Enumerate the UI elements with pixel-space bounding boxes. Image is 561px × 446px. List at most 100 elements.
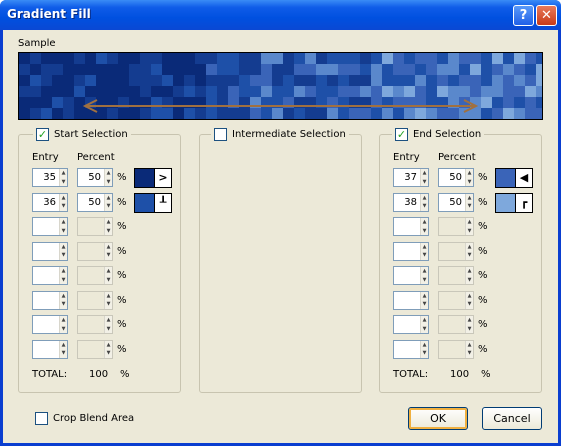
spin-arrows[interactable]: ▲ ▼ bbox=[420, 242, 428, 260]
end-selection-header[interactable]: ✓ End Selection bbox=[392, 128, 485, 141]
spin-down-icon[interactable]: ▼ bbox=[466, 177, 473, 186]
entry-spinner[interactable]: 38 ▲ ▼ bbox=[393, 192, 429, 212]
spin-down-icon[interactable]: ▼ bbox=[105, 177, 112, 186]
percent-value[interactable] bbox=[78, 218, 104, 235]
spin-down-icon[interactable]: ▼ bbox=[466, 349, 473, 358]
percent-spinner[interactable]: 50 ▲ ▼ bbox=[438, 192, 474, 212]
spin-up-icon[interactable]: ▲ bbox=[60, 291, 67, 300]
entry-value[interactable] bbox=[394, 218, 420, 235]
crop-blend-checkbox[interactable] bbox=[35, 412, 48, 425]
spin-down-icon[interactable]: ▼ bbox=[421, 275, 428, 284]
percent-value[interactable]: 50 bbox=[439, 194, 465, 211]
entry-spinner[interactable]: ▲ ▼ bbox=[32, 217, 68, 236]
spin-down-icon[interactable]: ▼ bbox=[421, 177, 428, 186]
entry-spinner[interactable]: ▲ ▼ bbox=[393, 290, 429, 310]
entry-value[interactable] bbox=[394, 243, 420, 260]
spin-arrows[interactable]: ▲ ▼ bbox=[59, 218, 67, 235]
percent-spinner[interactable]: ▲ ▼ bbox=[438, 241, 474, 261]
entry-spinner[interactable]: ▲ ▼ bbox=[32, 241, 68, 261]
entry-value[interactable] bbox=[33, 292, 59, 309]
spin-arrows[interactable]: ▲ ▼ bbox=[104, 316, 112, 333]
entry-value[interactable] bbox=[394, 341, 420, 358]
entry-value[interactable] bbox=[394, 267, 420, 284]
percent-value[interactable] bbox=[78, 341, 104, 358]
spin-down-icon[interactable]: ▼ bbox=[105, 251, 112, 260]
entry-value[interactable]: 35 bbox=[33, 169, 59, 186]
spin-down-icon[interactable]: ▼ bbox=[421, 349, 428, 358]
spin-arrows[interactable]: ▲ ▼ bbox=[104, 218, 112, 235]
spin-arrows[interactable]: ▲ ▼ bbox=[59, 169, 67, 186]
spin-up-icon[interactable]: ▲ bbox=[421, 340, 428, 349]
percent-value[interactable]: 50 bbox=[78, 194, 104, 211]
spin-up-icon[interactable]: ▲ bbox=[421, 218, 428, 227]
percent-spinner[interactable]: ▲ ▼ bbox=[438, 266, 474, 285]
spin-up-icon[interactable]: ▲ bbox=[466, 242, 473, 251]
spin-down-icon[interactable]: ▼ bbox=[466, 251, 473, 260]
entry-value[interactable] bbox=[33, 267, 59, 284]
spin-arrows[interactable]: ▲ ▼ bbox=[59, 267, 67, 284]
crop-blend-option[interactable]: Crop Blend Area bbox=[35, 412, 134, 425]
start-selection-header[interactable]: ✓ Start Selection bbox=[33, 128, 131, 141]
entry-spinner[interactable]: ▲ ▼ bbox=[393, 217, 429, 236]
entry-value[interactable] bbox=[394, 316, 420, 333]
spin-up-icon[interactable]: ▲ bbox=[105, 242, 112, 251]
spin-up-icon[interactable]: ▲ bbox=[466, 193, 473, 202]
percent-value[interactable] bbox=[439, 218, 465, 235]
spin-arrows[interactable]: ▲ ▼ bbox=[420, 267, 428, 284]
spin-down-icon[interactable]: ▼ bbox=[421, 251, 428, 260]
spin-down-icon[interactable]: ▼ bbox=[60, 226, 67, 235]
intermediate-selection-checkbox[interactable] bbox=[214, 128, 227, 141]
percent-spinner[interactable]: ▲ ▼ bbox=[438, 290, 474, 310]
spin-arrows[interactable]: ▲ ▼ bbox=[420, 169, 428, 186]
spin-up-icon[interactable]: ▲ bbox=[421, 242, 428, 251]
spin-down-icon[interactable]: ▼ bbox=[421, 324, 428, 333]
spin-arrows[interactable]: ▲ ▼ bbox=[420, 316, 428, 333]
percent-value[interactable] bbox=[439, 267, 465, 284]
percent-spinner[interactable]: ▲ ▼ bbox=[438, 217, 474, 236]
entry-spinner[interactable]: ▲ ▼ bbox=[32, 315, 68, 334]
spin-arrows[interactable]: ▲ ▼ bbox=[465, 291, 473, 309]
percent-spinner[interactable]: ▲ ▼ bbox=[438, 315, 474, 334]
spin-up-icon[interactable]: ▲ bbox=[60, 316, 67, 325]
percent-spinner[interactable]: ▲ ▼ bbox=[77, 266, 113, 285]
spin-up-icon[interactable]: ▲ bbox=[105, 193, 112, 202]
spin-down-icon[interactable]: ▼ bbox=[466, 202, 473, 211]
spin-down-icon[interactable]: ▼ bbox=[466, 324, 473, 333]
spin-down-icon[interactable]: ▼ bbox=[466, 275, 473, 284]
spin-arrows[interactable]: ▲ ▼ bbox=[465, 218, 473, 235]
spin-arrows[interactable]: ▲ ▼ bbox=[104, 291, 112, 309]
spin-down-icon[interactable]: ▼ bbox=[421, 226, 428, 235]
end-swatch-1[interactable]: ◀ bbox=[495, 168, 533, 188]
percent-value[interactable] bbox=[78, 243, 104, 260]
spin-down-icon[interactable]: ▼ bbox=[421, 300, 428, 309]
percent-spinner[interactable]: ▲ ▼ bbox=[77, 217, 113, 236]
percent-spinner[interactable]: ▲ ▼ bbox=[77, 290, 113, 310]
entry-value[interactable]: 38 bbox=[394, 194, 420, 211]
start-swatch-1[interactable]: > bbox=[134, 168, 172, 188]
spin-arrows[interactable]: ▲ ▼ bbox=[59, 193, 67, 211]
spin-arrows[interactable]: ▲ ▼ bbox=[420, 291, 428, 309]
spin-arrows[interactable]: ▲ ▼ bbox=[59, 316, 67, 333]
percent-value[interactable]: 50 bbox=[439, 169, 465, 186]
entry-spinner[interactable]: ▲ ▼ bbox=[393, 315, 429, 334]
spin-arrows[interactable]: ▲ ▼ bbox=[465, 340, 473, 358]
spin-up-icon[interactable]: ▲ bbox=[105, 340, 112, 349]
spin-arrows[interactable]: ▲ ▼ bbox=[104, 193, 112, 211]
start-swatch-2[interactable]: ┸ bbox=[134, 193, 172, 213]
percent-spinner[interactable]: 50 ▲ ▼ bbox=[438, 168, 474, 187]
percent-value[interactable] bbox=[78, 292, 104, 309]
intermediate-selection-header[interactable]: Intermediate Selection bbox=[211, 128, 349, 141]
spin-up-icon[interactable]: ▲ bbox=[421, 267, 428, 276]
entry-spinner[interactable]: 37 ▲ ▼ bbox=[393, 168, 429, 187]
spin-arrows[interactable]: ▲ ▼ bbox=[420, 340, 428, 358]
percent-spinner[interactable]: 50 ▲ ▼ bbox=[77, 192, 113, 212]
entry-value[interactable]: 37 bbox=[394, 169, 420, 186]
percent-spinner[interactable]: ▲ ▼ bbox=[438, 339, 474, 359]
spin-down-icon[interactable]: ▼ bbox=[60, 177, 67, 186]
spin-down-icon[interactable]: ▼ bbox=[60, 324, 67, 333]
spin-arrows[interactable]: ▲ ▼ bbox=[104, 340, 112, 358]
entry-value[interactable] bbox=[33, 316, 59, 333]
spin-up-icon[interactable]: ▲ bbox=[421, 291, 428, 300]
spin-down-icon[interactable]: ▼ bbox=[60, 251, 67, 260]
spin-up-icon[interactable]: ▲ bbox=[105, 316, 112, 325]
